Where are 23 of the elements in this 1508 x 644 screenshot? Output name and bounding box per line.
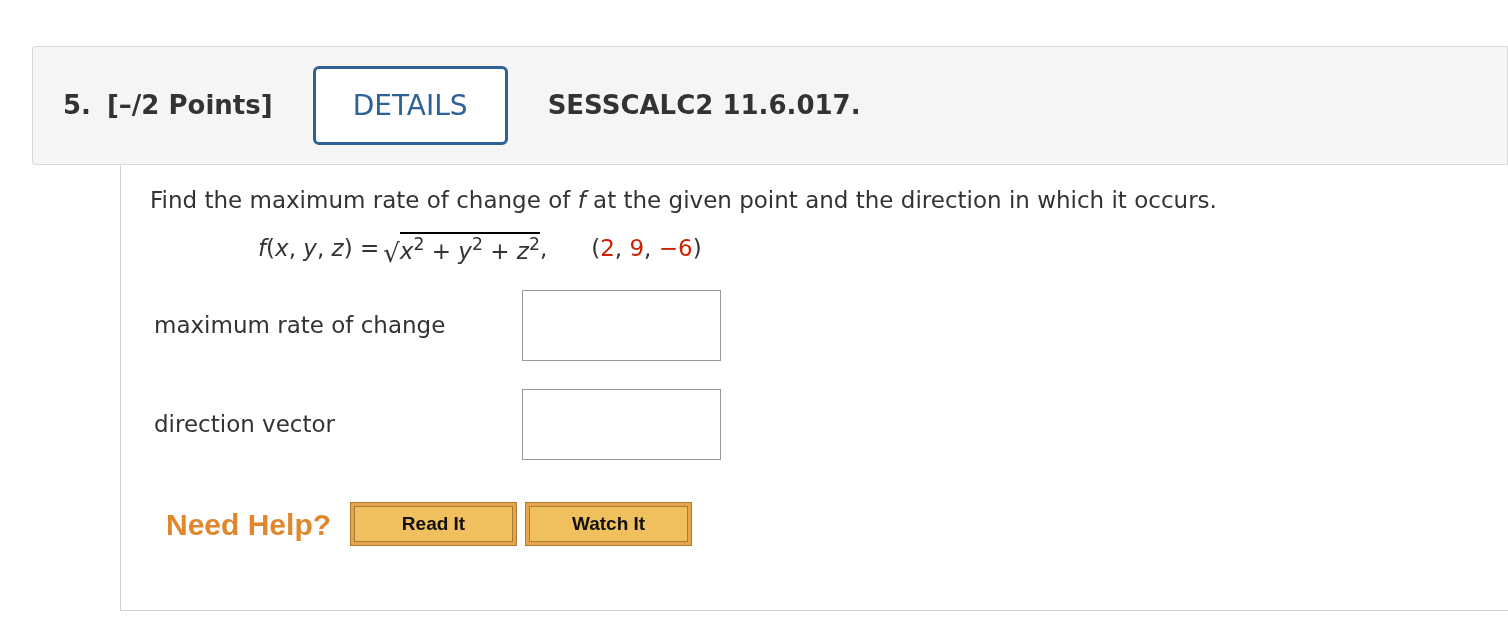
answer-field[interactable] xyxy=(522,388,721,460)
need-help-label: Need Help? xyxy=(166,506,332,543)
function-definition: f(x, y, z) = xyxy=(258,234,380,263)
point-coordinate: 9 xyxy=(629,234,645,263)
punctuation: , xyxy=(644,234,653,263)
question-text: Find the maximum rate of change of f at the given point and the direction in which it occurs. xyxy=(150,186,1218,215)
radicand: x$^{2}$ + y$^{2}$ + z$^{2}$ xyxy=(399,231,540,266)
comma: , xyxy=(539,234,548,263)
punctuation: ( xyxy=(591,234,601,263)
details-button[interactable]: DETAILS xyxy=(312,66,508,145)
help-button[interactable]: Read It xyxy=(351,503,517,545)
answer-field[interactable] xyxy=(522,289,721,361)
punctuation: , xyxy=(614,234,624,263)
point-coordinate: 2 xyxy=(600,234,615,263)
points-label: [–/2 Points] xyxy=(106,89,273,122)
radical-sign: √ xyxy=(383,239,400,266)
punctuation: ) xyxy=(692,234,702,263)
answer-label: maximum rate of change xyxy=(153,310,447,340)
help-button[interactable]: Watch It xyxy=(526,503,692,545)
answer-label: direction vector xyxy=(153,409,337,439)
question-number: 5. xyxy=(63,89,91,122)
problem-code: SESSCALC2 11.6.017. xyxy=(547,89,861,122)
point-coordinate: −6 xyxy=(658,234,693,263)
